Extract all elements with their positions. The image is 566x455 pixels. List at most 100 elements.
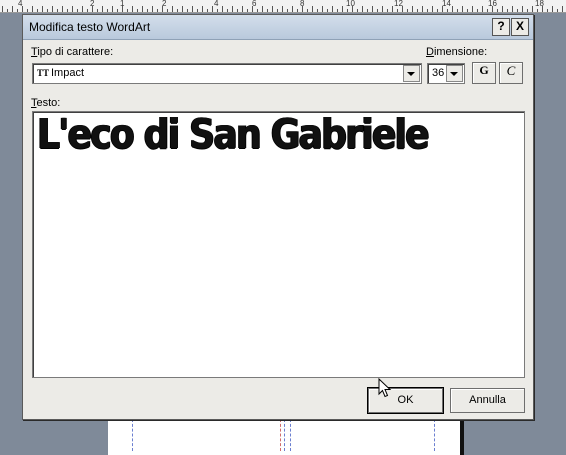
ruler-tick [152,6,153,12]
ruler-tick [527,9,528,12]
ruler-tick [247,9,248,12]
ruler-tick [292,6,293,12]
margin-guide [290,419,292,451]
ruler-number: 10 [346,0,355,8]
ruler-number: 4 [214,0,219,8]
ruler-number: 4 [18,0,23,8]
cancel-button[interactable]: Annulla [450,388,525,413]
ruler-tick [512,6,513,12]
ruler-tick [82,6,83,12]
ruler-tick [232,6,233,12]
ruler-tick [362,6,363,12]
help-button[interactable]: ? [492,18,510,36]
ruler-tick [452,6,453,12]
ruler-tick [242,6,243,12]
ruler-tick [327,9,328,12]
text-label: Testo: [31,97,61,109]
font-label: Tipo di carattere: [31,46,114,58]
ruler-tick [7,9,8,12]
ruler-number: 18 [535,0,544,8]
ruler-tick [217,9,218,12]
wordart-text: L'eco di San Gabriele [37,110,430,158]
ruler-tick [167,9,168,12]
close-button[interactable]: X [511,18,529,36]
ruler-tick [397,9,398,12]
ruler-tick [367,9,368,12]
ruler-tick [37,9,38,12]
ruler-tick [322,6,323,12]
ruler-tick [307,9,308,12]
ruler-tick [522,6,523,12]
ruler-tick [32,6,33,12]
ruler-tick [502,6,503,12]
ruler-tick [432,6,433,12]
ruler-tick [382,6,383,12]
ruler-tick [537,9,538,12]
ruler-tick [12,6,13,12]
ruler-tick [287,9,288,12]
ruler-tick [262,6,263,12]
ruler-tick [392,6,393,12]
margin-guide [284,419,286,451]
ruler-tick [117,9,118,12]
size-value: 36 [432,67,445,79]
ruler-tick [377,9,378,12]
ruler-number: 1 [120,0,125,8]
size-select[interactable]: 36 [427,63,465,84]
text-input[interactable]: L'eco di San Gabriele [32,110,525,378]
ruler-tick [107,9,108,12]
ruler-tick [437,9,438,12]
ruler-tick [172,6,173,12]
ruler-tick [182,6,183,12]
ruler-tick [277,9,278,12]
wordart-dialog: Modifica testo WordArt ? X Tipo di carat… [22,14,534,420]
horizontal-ruler: 4 2 1 2 4 6 8 10 12 14 16 18 [0,0,566,13]
font-select[interactable]: TT Impact [32,63,422,84]
ruler-tick [272,6,273,12]
ruler-tick [127,9,128,12]
ruler-tick [477,9,478,12]
ruler-tick [112,6,113,12]
chevron-down-icon[interactable] [446,65,463,82]
ruler-tick [47,9,48,12]
ruler-tick [517,9,518,12]
ruler-tick [207,9,208,12]
ruler-number: 14 [442,0,451,8]
ruler-tick [562,6,563,12]
ruler-tick [387,9,388,12]
ruler-tick [347,9,348,12]
ruler-tick [57,9,58,12]
ruler-tick [472,6,473,12]
ruler-number: 2 [162,0,167,8]
ruler-tick [422,6,423,12]
ruler-tick [132,6,133,12]
ruler-tick [62,6,63,12]
ruler-tick [142,6,143,12]
ruler-tick [547,9,548,12]
ruler-tick [222,6,223,12]
ruler-tick [42,6,43,12]
ruler-tick [137,9,138,12]
ruler-tick [552,6,553,12]
ruler-tick [282,6,283,12]
italic-button[interactable]: C [499,62,523,84]
ruler-tick [227,9,228,12]
ruler-tick [102,6,103,12]
ruler-number: 6 [252,0,257,8]
ruler-tick [97,9,98,12]
ruler-tick [27,9,28,12]
bold-button[interactable]: G [472,62,496,84]
ruler-tick [52,6,53,12]
ruler-tick [17,9,18,12]
ruler-number: 8 [300,0,305,8]
truetype-font-icon: TT [37,68,50,78]
ruler-tick [297,9,298,12]
dialog-titlebar[interactable]: Modifica testo WordArt ? X [23,15,533,40]
ruler-tick [407,9,408,12]
ruler-tick [312,6,313,12]
ruler-tick [372,6,373,12]
margin-guide [132,419,134,451]
ruler-tick [427,9,428,12]
margin-guide [280,419,282,451]
chevron-down-icon[interactable] [403,65,420,82]
